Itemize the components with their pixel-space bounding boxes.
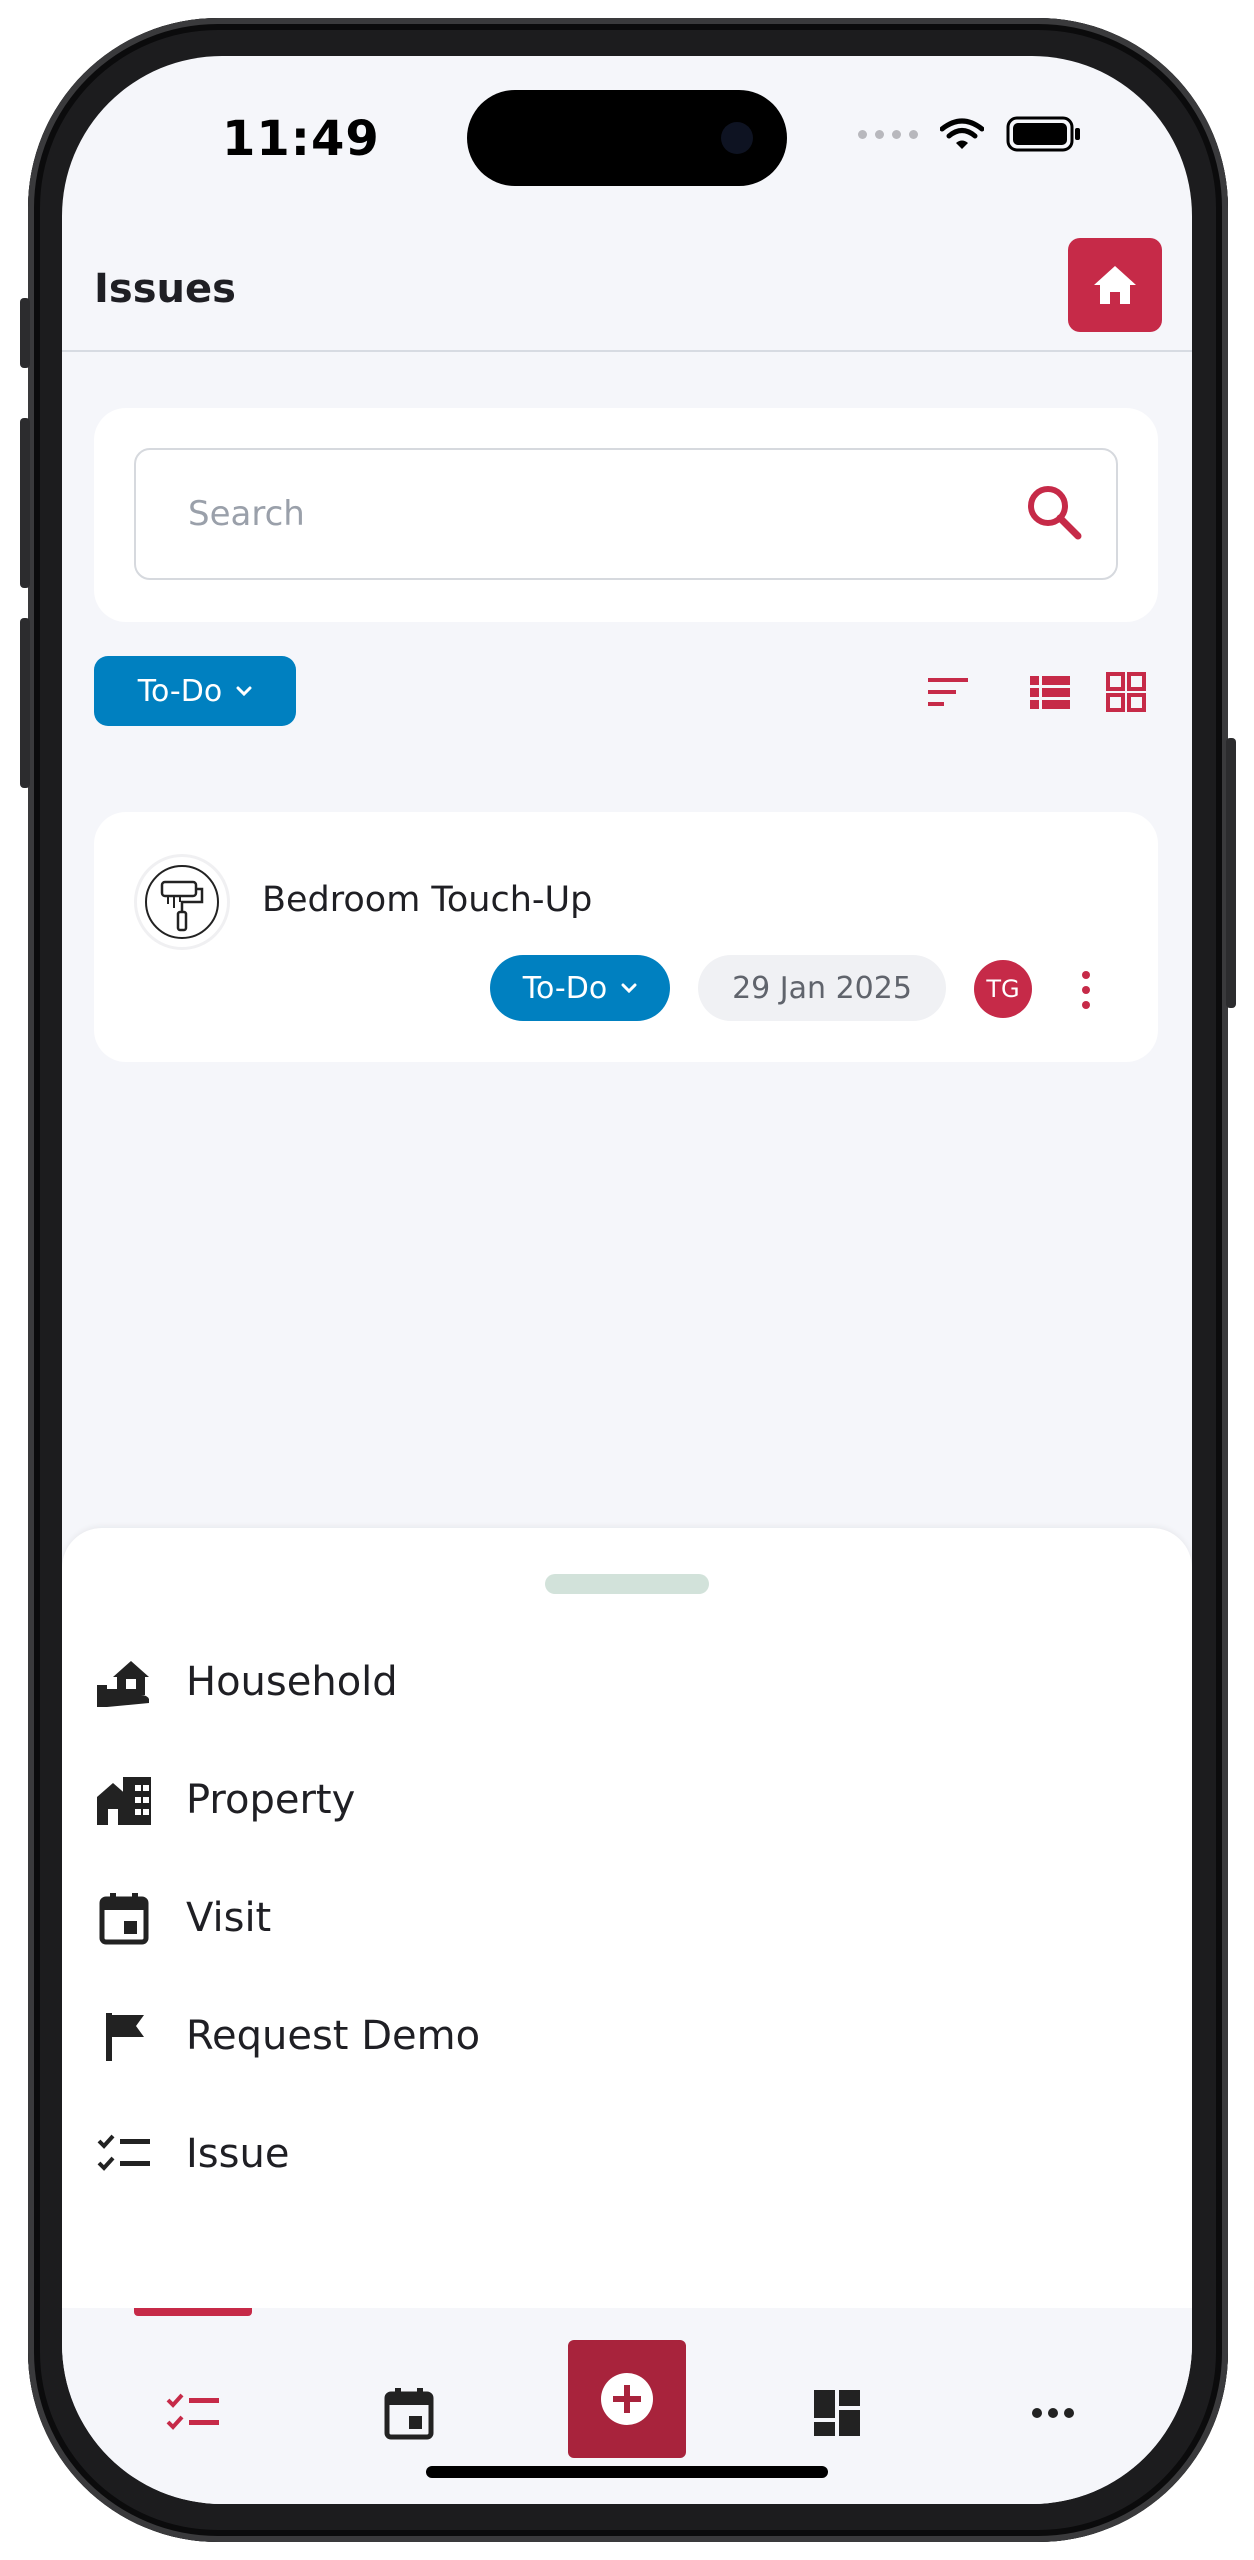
home-icon [1094, 266, 1136, 304]
calendar-icon [94, 1888, 154, 1948]
grid-view-button[interactable] [1100, 666, 1152, 718]
add-circle-icon [601, 2373, 653, 2425]
home-button[interactable] [1068, 238, 1162, 332]
household-icon [94, 1652, 154, 1712]
app-screen: 11:49 Issues Search To-Do Bedroom Touch-… [62, 56, 1192, 2504]
flag-icon [94, 2006, 154, 2066]
add-menu-sheet: Household Property Visit Request Demo Is… [62, 1528, 1192, 2308]
issues-tab[interactable] [148, 2368, 238, 2458]
checklist-icon [94, 2124, 154, 2184]
dashboard-icon [814, 2390, 860, 2436]
app-header: Issues [62, 236, 1192, 352]
battery-icon [1006, 116, 1080, 152]
page-title: Issues [94, 266, 236, 312]
chevron-down-icon [236, 686, 252, 696]
dynamic-island [467, 90, 787, 186]
wifi-icon [940, 118, 984, 149]
filter-label: To-Do [137, 673, 223, 709]
menu-item-visit[interactable]: Visit [94, 1878, 1154, 1958]
menu-label-request-demo: Request Demo [186, 2013, 481, 2059]
menu-item-household[interactable]: Household [94, 1642, 1154, 1722]
issue-title: Bedroom Touch-Up [262, 880, 593, 920]
search-input[interactable]: Search [134, 448, 1118, 580]
menu-label-property: Property [186, 1777, 356, 1823]
issue-status-dropdown[interactable]: To-Do [490, 955, 670, 1021]
power-button [1226, 738, 1236, 1008]
grid-view-icon [1106, 672, 1146, 712]
camera-icon [721, 122, 753, 154]
status-icons [858, 116, 1082, 152]
menu-item-issue[interactable]: Issue [94, 2114, 1154, 2194]
property-icon [94, 1770, 154, 1830]
active-tab-indicator [134, 2308, 252, 2316]
assignee-avatar[interactable]: TG [974, 960, 1032, 1018]
paint-roller-icon [145, 865, 219, 939]
checklist-icon [166, 2393, 219, 2430]
list-view-button[interactable] [1024, 666, 1076, 718]
status-time: 11:49 [222, 111, 380, 167]
volume-down-button [20, 618, 30, 788]
list-view-icon [1030, 676, 1070, 709]
silent-switch [20, 298, 30, 368]
menu-label-household: Household [186, 1659, 398, 1705]
menu-item-property[interactable]: Property [94, 1760, 1154, 1840]
sort-icon [928, 678, 968, 706]
cellular-signal-icon [858, 129, 918, 139]
issue-category-avatar [134, 854, 230, 950]
menu-label-visit: Visit [186, 1895, 272, 1941]
chevron-down-icon [621, 983, 637, 993]
sort-button[interactable] [922, 666, 974, 718]
search-icon[interactable] [1022, 480, 1086, 544]
dashboard-tab[interactable] [792, 2368, 882, 2458]
more-tab[interactable] [1008, 2368, 1098, 2458]
calendar-icon [384, 2388, 434, 2440]
add-tab[interactable] [568, 2340, 686, 2458]
home-indicator [426, 2466, 828, 2478]
view-controls [922, 666, 1152, 718]
menu-label-issue: Issue [186, 2131, 290, 2177]
volume-up-button [20, 418, 30, 588]
search-card: Search [94, 408, 1158, 622]
issue-date: 29 Jan 2025 [698, 955, 946, 1021]
sheet-drag-handle[interactable] [545, 1574, 709, 1594]
status-filter-dropdown[interactable]: To-Do [94, 656, 296, 726]
search-placeholder: Search [188, 494, 305, 534]
issue-card[interactable]: Bedroom Touch-Up To-Do 29 Jan 2025 TG [94, 812, 1158, 1062]
calendar-tab[interactable] [364, 2368, 454, 2458]
more-options-button[interactable] [1076, 962, 1096, 1018]
issue-status-label: To-Do [522, 970, 608, 1006]
more-horizontal-icon [1032, 2408, 1074, 2418]
menu-item-request-demo[interactable]: Request Demo [94, 1996, 1154, 2076]
